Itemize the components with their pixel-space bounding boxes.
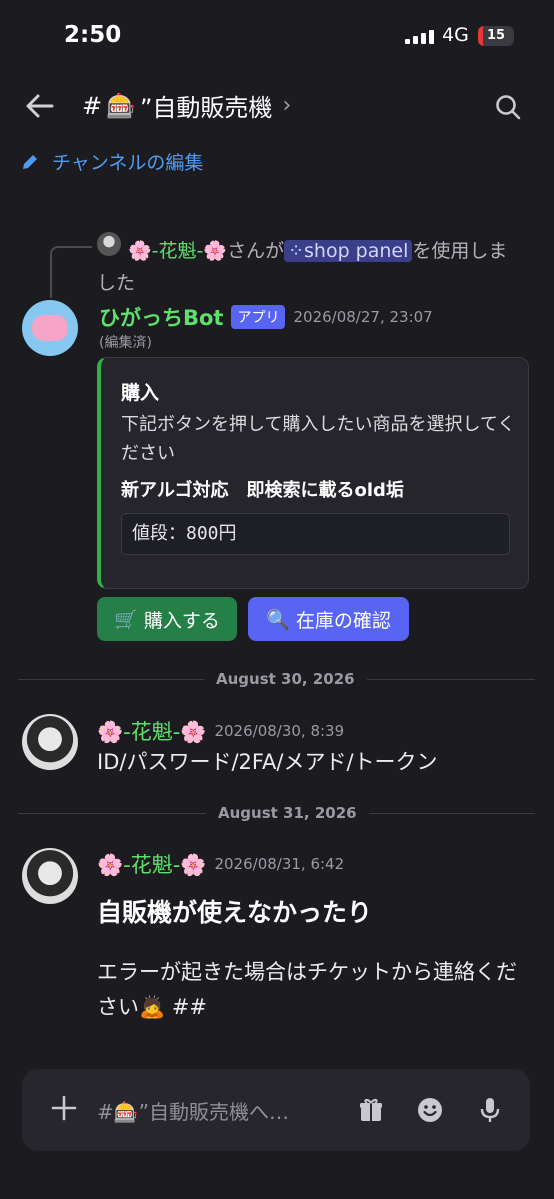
channel-emoji: 🎰	[106, 91, 136, 120]
buy-button-label: 購入する	[143, 609, 220, 632]
flower-icon: 🌸	[128, 240, 152, 262]
network-type: 4G	[442, 24, 469, 46]
message-input[interactable]: #🎰”自動販売機へ…	[97, 1096, 289, 1125]
author-name-text: -花魁-	[123, 720, 181, 744]
shop-embed: 購入 下記ボタンを押して購入したい商品を選択してください 新アルゴ対応 即検索に…	[97, 357, 529, 589]
reply-suffix-line2: した	[97, 272, 136, 294]
plus-icon[interactable]	[50, 1094, 78, 1122]
embed-title: 購入	[121, 382, 160, 404]
reply-middle: さんが	[227, 240, 285, 262]
message-timestamp: 2026/08/30, 8:39	[214, 722, 345, 740]
channel-name: ”自動販売機	[140, 94, 273, 122]
slash-command-chip[interactable]: ⁘shop panel	[284, 240, 413, 262]
edited-label: (編集済)	[99, 335, 152, 351]
message-timestamp: 2026/08/31, 6:42	[214, 855, 345, 873]
command-name: shop panel	[304, 240, 409, 262]
flower-icon: 🌸	[180, 853, 207, 877]
reply-avatar[interactable]	[97, 232, 121, 256]
message-body-tail: ##	[165, 995, 208, 1019]
message-heading: 自販機が使えなかったり	[97, 898, 373, 927]
embed-description: 下記ボタンを押して購入したい商品を選択してください	[121, 414, 516, 464]
embed-field-name: 新アルゴ対応 即検索に載るold垢	[121, 480, 404, 501]
reply-suffix: を使用しま	[412, 240, 508, 262]
message-text: ID/パスワード/2FA/メアド/トークン	[97, 750, 438, 774]
back-arrow-icon[interactable]	[24, 90, 56, 122]
bot-avatar[interactable]	[22, 300, 78, 356]
message-timestamp: 2026/08/27, 23:07	[293, 308, 433, 326]
flower-icon: 🌸	[180, 720, 207, 744]
edit-channel-label: チャンネルの編集	[52, 152, 204, 174]
buy-button[interactable]: 🛒 購入する	[97, 597, 237, 641]
author-name[interactable]: 🌸-花魁-🌸	[97, 716, 206, 746]
embed-price: 値段：800円	[121, 513, 510, 555]
cart-icon: 🛒	[114, 608, 138, 631]
command-icon: ⁘	[288, 240, 304, 262]
gift-icon[interactable]	[357, 1096, 385, 1124]
bot-author-name[interactable]: ひがっちBot	[99, 302, 223, 332]
magnifier-icon: 🔍	[266, 608, 290, 631]
message-header: 🌸-花魁-🌸 2026/08/31, 6:42	[97, 849, 344, 879]
edit-channel-link[interactable]: チャンネルの編集	[20, 148, 203, 175]
reply-preview[interactable]: 🌸-花魁-🌸さんが ⁘shop panel を使用しま	[128, 236, 528, 266]
flower-icon: 🌸	[97, 720, 124, 744]
user-avatar[interactable]	[22, 714, 78, 770]
check-stock-label: 在庫の確認	[295, 609, 391, 632]
app-badge: アプリ	[231, 305, 286, 329]
chevron-right-icon: ›	[282, 93, 292, 118]
flower-icon: 🌸	[203, 240, 228, 262]
user-avatar[interactable]	[22, 848, 78, 904]
date-divider-label: August 30, 2026	[204, 670, 367, 688]
channel-title[interactable]: # 🎰 ”自動販売機 ›	[82, 88, 291, 123]
cellular-signal-icon	[405, 30, 434, 44]
message-body: エラーが起きた場合はチケットから連絡ください🙇 ##	[97, 955, 532, 1025]
reply-user: -花魁-	[151, 240, 204, 262]
bowing-person-icon: 🙇	[139, 995, 166, 1019]
bot-message-header: ひがっちBot アプリ 2026/08/27, 23:07	[99, 302, 433, 332]
status-time: 2:50	[64, 22, 122, 48]
battery-icon: 15	[478, 26, 514, 46]
axolotl-icon	[32, 315, 68, 341]
pencil-icon	[23, 154, 37, 169]
message-header: 🌸-花魁-🌸 2026/08/30, 8:39	[97, 716, 344, 746]
flower-icon: 🌸	[97, 853, 124, 877]
author-name[interactable]: 🌸-花魁-🌸	[97, 849, 206, 879]
check-stock-button[interactable]: 🔍 在庫の確認	[248, 597, 409, 641]
reply-connector	[50, 246, 92, 298]
search-icon[interactable]	[494, 93, 522, 121]
microphone-icon[interactable]	[476, 1096, 504, 1124]
date-divider-label: August 31, 2026	[206, 804, 369, 822]
emoji-icon[interactable]	[416, 1096, 444, 1124]
battery-level: 15	[486, 28, 506, 43]
author-name-text: -花魁-	[123, 853, 181, 877]
channel-hash: #	[82, 91, 103, 120]
